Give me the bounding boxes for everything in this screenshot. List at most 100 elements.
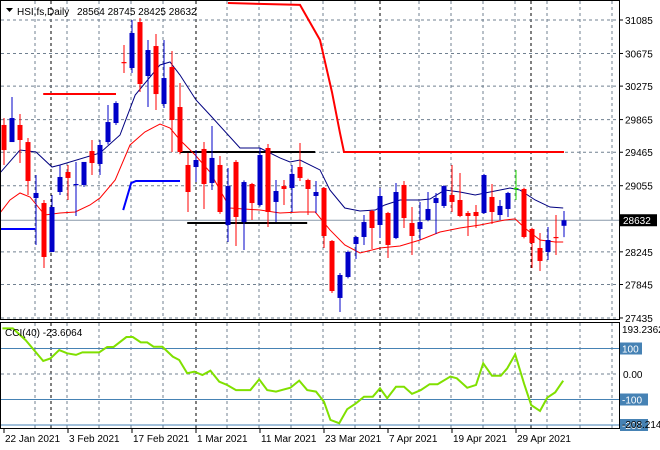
red-trailing-stop-line	[227, 2, 564, 153]
candle-body	[313, 192, 319, 196]
price-axis-label: 31085	[625, 16, 653, 27]
candle-body	[81, 161, 87, 185]
date-axis-label: 1 Mar 2021	[197, 434, 248, 445]
candle-body	[105, 122, 111, 143]
candle	[433, 192, 439, 234]
candle-body	[481, 175, 487, 213]
candle-body	[529, 228, 535, 244]
candle	[385, 211, 391, 259]
candle	[121, 44, 127, 73]
candle	[305, 178, 311, 216]
candle	[505, 191, 511, 217]
candle-body	[329, 240, 335, 292]
candle-body	[73, 184, 79, 186]
candle	[17, 114, 23, 164]
candle	[249, 182, 255, 220]
candle-body	[353, 236, 359, 244]
candle	[417, 201, 423, 240]
price-axis-label: 28245	[625, 248, 653, 259]
candle-body	[505, 192, 511, 209]
candle	[401, 180, 407, 228]
cci-line	[2, 327, 565, 425]
candle-body	[9, 118, 15, 143]
candle	[241, 180, 247, 251]
candle-body	[441, 186, 447, 206]
candle	[425, 192, 431, 222]
candle	[409, 207, 415, 256]
candle-body	[241, 182, 247, 223]
candle-body	[465, 212, 471, 216]
candle	[369, 209, 375, 249]
candle	[49, 195, 55, 252]
candle	[329, 240, 335, 293]
candle	[65, 164, 71, 200]
candle-body	[297, 167, 303, 178]
candle-body	[257, 155, 263, 205]
candle	[113, 101, 119, 125]
price-axis-label: 30675	[625, 49, 653, 60]
candle	[441, 185, 447, 208]
candle	[217, 156, 223, 214]
trading-chart[interactable]: 1000.00-100-200193.2362-208.214 31085306…	[0, 0, 660, 450]
candle	[97, 140, 103, 176]
indicator-lines	[0, 2, 564, 230]
cci-label: CCI(40) -23.6064	[5, 328, 83, 339]
candle-body	[417, 222, 423, 229]
cci-panel-frame	[0, 322, 620, 429]
cci-max-label: 193.2362	[622, 325, 660, 336]
cci-min-label: -208.214	[622, 420, 660, 431]
candle	[153, 34, 159, 111]
candle-body	[289, 173, 295, 188]
candle-body	[209, 157, 215, 184]
date-axis-label: 23 Mar 2021	[325, 434, 382, 445]
candle	[233, 160, 239, 247]
candle-body	[177, 107, 183, 152]
candle-body	[489, 196, 495, 212]
candle-body	[377, 196, 383, 225]
candle	[289, 164, 295, 212]
candle	[41, 200, 47, 268]
candle	[185, 152, 191, 212]
candle-body	[97, 144, 103, 164]
candle-body	[201, 148, 207, 184]
price-axis-label: 29465	[625, 148, 653, 159]
candle	[529, 227, 535, 268]
dropdown-triangle-icon[interactable]	[6, 8, 13, 12]
candle	[9, 96, 15, 143]
candle-body	[401, 184, 407, 219]
date-axis-label: 22 Jan 2021	[5, 434, 60, 445]
date-axis-label: 19 Apr 2021	[453, 434, 507, 445]
candle-body	[385, 212, 391, 245]
candle	[321, 186, 327, 248]
candle	[457, 172, 463, 218]
current-price-label: 28632	[623, 216, 651, 227]
date-axis-label: 7 Apr 2021	[389, 434, 438, 445]
candle-body	[265, 148, 271, 212]
candle	[465, 211, 471, 236]
candles	[1, 17, 567, 312]
candle	[89, 140, 95, 176]
candle-body	[193, 160, 199, 168]
chart-header: HSI,fs,Daily 28564 28745 28425 28632	[6, 7, 197, 18]
candle	[209, 126, 215, 191]
candle	[273, 180, 279, 223]
candle-body	[121, 62, 127, 64]
candle	[553, 215, 559, 256]
candle-body	[497, 205, 503, 216]
candle-body	[369, 211, 375, 228]
candle	[81, 161, 87, 187]
candle	[193, 150, 199, 183]
candle-body	[25, 142, 31, 181]
candle-body	[145, 50, 151, 76]
price-axis-label: 27435	[625, 314, 653, 325]
candle-body	[1, 124, 7, 151]
candle	[353, 235, 359, 260]
candle-body	[537, 248, 543, 261]
candle	[337, 272, 343, 312]
candle	[145, 40, 151, 108]
candle	[489, 184, 495, 224]
candle-body	[513, 188, 519, 190]
candle	[177, 83, 183, 155]
moving-averages	[0, 61, 564, 254]
candle-body	[17, 124, 23, 140]
